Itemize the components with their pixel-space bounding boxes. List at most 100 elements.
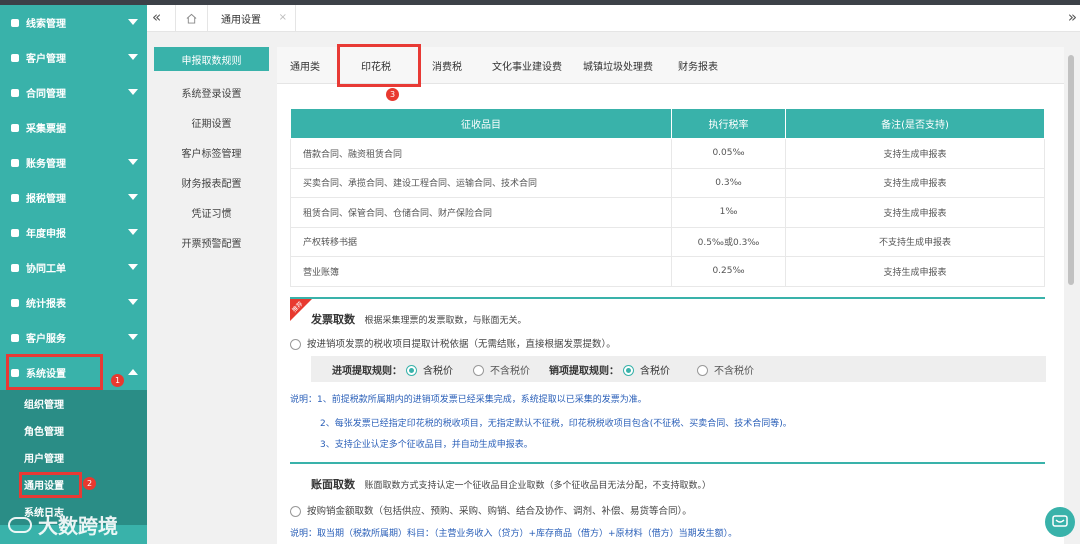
sidebar-item[interactable]: 客户服务: [0, 320, 147, 355]
content-tab[interactable]: 财务报表: [678, 58, 718, 73]
content-tab[interactable]: 城镇垃圾处理费: [583, 58, 653, 73]
input-incl-radio[interactable]: [406, 365, 417, 376]
divider: [290, 462, 1045, 464]
step-badge-2: 2: [83, 477, 96, 490]
watermark: 大数跨境: [8, 510, 118, 539]
chat-button[interactable]: [1045, 507, 1075, 537]
output-incl-radio[interactable]: [623, 365, 634, 376]
chevron-down-icon[interactable]: [128, 159, 138, 165]
table-row: 租赁合同、保管合同、仓储合同、财产保险合同 1‰ 支持生成申报表: [290, 197, 1045, 228]
chevron-down-icon[interactable]: [128, 19, 138, 25]
sidebar-item[interactable]: 合同管理: [0, 75, 147, 110]
sidebar-subitem[interactable]: 组织管理: [0, 390, 147, 417]
chevron-down-icon[interactable]: [128, 299, 138, 305]
input-excl-option[interactable]: 不含税价: [473, 362, 530, 377]
invoice-title: 发票取数: [311, 313, 355, 326]
chat-icon: [1052, 515, 1068, 527]
sidebar-item[interactable]: 采集票据: [0, 110, 147, 145]
highlight-system-settings: [6, 354, 103, 390]
step-badge-1: 1: [111, 374, 124, 387]
content-tab[interactable]: 通用类: [290, 58, 320, 73]
settings-nav-item[interactable]: 凭证习惯: [154, 197, 269, 227]
invoice-note-3: 3、支持企业认定多个征收品目，并自动生成申报表。: [320, 440, 533, 450]
output-excl-option[interactable]: 不含税价: [697, 362, 754, 377]
sidebar-item[interactable]: 统计报表: [0, 285, 147, 320]
sidebar: 线索管理 客户管理合同管理采集票据账务管理 报税管理年度申报协同工单统计报表客户服务…: [0, 5, 147, 544]
sidebar-item[interactable]: 报税管理: [0, 180, 147, 215]
table-cell: 0.25‰: [671, 256, 786, 287]
output-incl-option[interactable]: 含税价: [623, 362, 670, 377]
table-cell: 营业账簿: [290, 256, 672, 287]
collapse-left-icon[interactable]: «: [152, 8, 161, 26]
sidebar-item-label: 统计报表: [26, 299, 66, 310]
sidebar-subitem[interactable]: 用户管理: [0, 444, 147, 471]
workorder-icon: [9, 262, 21, 274]
invoice-note-2: 2、每张发票已经指定印花税的税收项目，无指定默认不征税，印花税税收项目包含(不征…: [320, 419, 792, 429]
table-cell: 产权转移书据: [290, 226, 672, 257]
chevron-down-icon[interactable]: [128, 334, 138, 340]
sidebar-item[interactable]: 协同工单: [0, 250, 147, 285]
input-excl-radio[interactable]: [473, 365, 484, 376]
settings-nav-item[interactable]: 客户标签管理: [154, 137, 269, 167]
chevron-up-icon[interactable]: [128, 369, 138, 375]
sidebar-item[interactable]: 客户管理: [0, 40, 147, 75]
input-incl-option[interactable]: 含税价: [406, 362, 453, 377]
stats-icon: [9, 297, 21, 309]
content-tab[interactable]: 文化事业建设费: [492, 58, 562, 73]
col-item: 征收品目: [290, 108, 672, 139]
sidebar-item[interactable]: 线索管理: [0, 5, 147, 40]
chevron-down-icon[interactable]: [128, 194, 138, 200]
invoice-option-radio[interactable]: [290, 339, 301, 350]
settings-nav-item[interactable]: 财务报表配置: [154, 167, 269, 197]
chevron-down-icon[interactable]: [128, 54, 138, 60]
scrollbar[interactable]: [1066, 40, 1076, 544]
ledger-note: 说明：取当期（税款所属期）科目：（主营业务收入（贷方）+库存商品（借方）+原材料…: [290, 529, 738, 539]
sidebar-subitem[interactable]: 角色管理: [0, 417, 147, 444]
sidebar-item-label: 合同管理: [26, 89, 66, 100]
home-tab[interactable]: [175, 5, 208, 32]
settings-nav: 申报取数规则系统登录设置 征期设置 客户标签管理 财务报表配置 凭证习惯 开票预警配置: [154, 47, 269, 257]
table-cell: 借款合同、融资租赁合同: [290, 138, 672, 169]
output-excl-radio[interactable]: [697, 365, 708, 376]
table-row: 借款合同、融资租赁合同 0.05‰ 支持生成申报表: [290, 138, 1045, 169]
table-cell: 买卖合同、承揽合同、建设工程合同、运输合同、技术合同: [290, 167, 672, 198]
col-remark: 备注(是否支持): [785, 108, 1045, 139]
input-rule-label: 进项提取规则：: [332, 365, 402, 377]
annual-icon: [9, 227, 21, 239]
table-header-row: 征收品目 执行税率 备注(是否支持): [290, 108, 1045, 139]
tab-general-settings[interactable]: 通用设置 ×: [208, 5, 296, 32]
contract-icon: [9, 87, 21, 99]
table-cell: 0.05‰: [671, 138, 786, 169]
close-icon[interactable]: ×: [279, 12, 287, 23]
collapse-right-icon[interactable]: »: [1068, 8, 1077, 26]
divider: [290, 297, 1045, 299]
scrollbar-thumb[interactable]: [1068, 55, 1074, 285]
table-cell: 支持生成申报表: [785, 256, 1045, 287]
chevron-down-icon[interactable]: [128, 229, 138, 235]
invoice-note-1: 说明：1、前提税款所属期内的进销项发票已经采集完成，系统提取以已采集的发票为准。: [290, 395, 647, 405]
tab-bar: « 通用设置 × »: [147, 5, 1080, 32]
chevron-down-icon[interactable]: [128, 264, 138, 270]
settings-nav-item[interactable]: 征期设置: [154, 107, 269, 137]
sidebar-item-label: 年度申报: [26, 229, 66, 240]
ledger-option-radio[interactable]: [290, 506, 301, 517]
ledger-option[interactable]: 按购销金额取数（包括供应、预购、采购、购销、结合及协作、调剂、补偿、易货等合同）…: [290, 503, 692, 517]
settings-nav-item[interactable]: 系统登录设置: [154, 77, 269, 107]
content-tab[interactable]: 消费税: [432, 58, 462, 73]
table-cell: 租赁合同、保管合同、仓储合同、财产保险合同: [290, 197, 672, 228]
settings-nav-item[interactable]: 申报取数规则: [154, 47, 269, 71]
home-icon: [186, 13, 197, 24]
sidebar-item-label: 采集票据: [26, 124, 66, 135]
highlight-stamp-tax-tab: [337, 44, 421, 87]
invoice-option[interactable]: 按进销项发票的税收项目提取计税依据（无需结账，直接根据发票提数）。: [290, 336, 616, 350]
table-cell: 0.5‰或0.3‰: [671, 226, 786, 257]
sidebar-item[interactable]: 年度申报: [0, 215, 147, 250]
ledger-option-label: 按购销金额取数（包括供应、预购、采购、购销、结合及协作、调剂、补偿、易货等合同）…: [307, 506, 692, 517]
chevron-down-icon[interactable]: [128, 89, 138, 95]
table-cell: 1‰: [671, 197, 786, 228]
sidebar-item[interactable]: 账务管理: [0, 145, 147, 180]
settings-nav-item[interactable]: 开票预警配置: [154, 227, 269, 257]
input-incl-label: 含税价: [423, 365, 453, 377]
output-excl-label: 不含税价: [714, 365, 754, 377]
step-badge-3: 3: [386, 88, 399, 101]
